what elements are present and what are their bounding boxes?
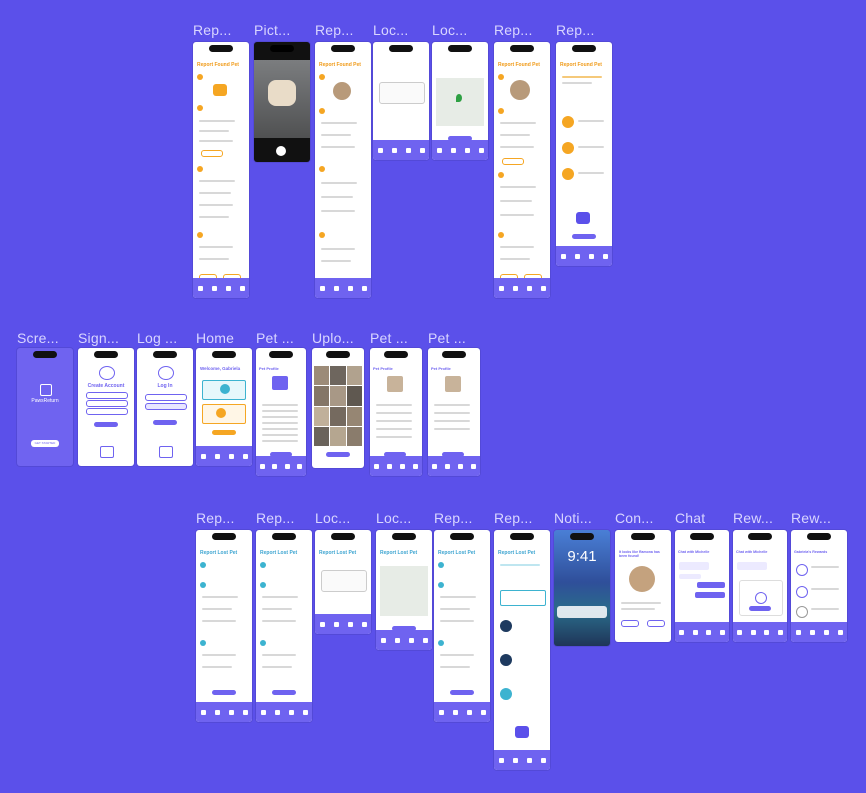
screen-location-lost-1[interactable]: Report Lost Pet — [315, 530, 371, 634]
frame-label: Rew... — [733, 510, 774, 526]
frame-label: Scre... — [17, 330, 59, 346]
screen-pet-profile-empty[interactable]: Pet Profile — [256, 348, 306, 476]
screen-title: Report Lost Pet — [260, 550, 298, 556]
brand-text: PawsReturn — [31, 398, 59, 404]
screen-login[interactable]: Log In — [137, 348, 193, 466]
frame-label: Rep... — [196, 510, 235, 526]
rewards-title: Gabriela's Rewards — [794, 550, 828, 554]
screen-location-lost-2[interactable]: Report Lost Pet — [376, 530, 432, 650]
frame-label: Rep... — [315, 22, 354, 38]
screen-chat-1[interactable]: Chat with Michelle — [675, 530, 729, 642]
screen-pet-profile-1[interactable]: Pet Profile — [370, 348, 422, 476]
pet-profile-title: Pet Profile — [259, 366, 279, 371]
screen-title: Report Lost Pet — [438, 550, 476, 556]
screen-title: Report Found Pet — [498, 62, 540, 68]
frame-label: Home — [196, 330, 235, 346]
screen-report-lost-confirm[interactable]: Report Lost Pet — [494, 530, 550, 770]
frame-label: Rep... — [556, 22, 595, 38]
frame-label: Rep... — [494, 510, 533, 526]
frame-label: Rep... — [193, 22, 232, 38]
screen-report-found-2[interactable]: Report Found Pet — [315, 42, 371, 298]
screen-pet-profile-2[interactable]: Pet Profile — [428, 348, 480, 476]
screen-notification[interactable]: 9:41 — [554, 530, 610, 646]
frame-label: Rew... — [791, 510, 832, 526]
screen-splash[interactable]: PawsReturn GET STARTED — [17, 348, 73, 466]
pet-profile-title: Pet Profile — [373, 366, 393, 371]
screen-report-found-3[interactable]: Report Found Pet — [494, 42, 550, 298]
screen-title: Report Found Pet — [319, 62, 361, 68]
login-title: Log In — [157, 383, 173, 389]
screen-rewards[interactable]: Gabriela's Rewards — [791, 530, 847, 642]
frame-label: Loc... — [376, 510, 412, 526]
frame-label: Pict... — [254, 22, 291, 38]
screen-report-lost-3[interactable]: Report Lost Pet — [434, 530, 490, 722]
screen-signup[interactable]: Create Account — [78, 348, 134, 466]
frame-label: Loc... — [432, 22, 468, 38]
screen-location-1[interactable] — [373, 42, 429, 160]
frame-label: Rep... — [434, 510, 473, 526]
frame-label: Loc... — [315, 510, 351, 526]
frame-label: Pet ... — [256, 330, 294, 346]
get-started-button[interactable]: GET STARTED — [31, 440, 59, 447]
screen-report-lost-1[interactable]: Report Lost Pet — [196, 530, 252, 722]
screen-title: Report Lost Pet — [319, 550, 357, 556]
frame-label: Rep... — [494, 22, 533, 38]
screen-upload-photos[interactable] — [312, 348, 364, 468]
frame-label: Pet ... — [428, 330, 466, 346]
screen-chat-reward[interactable]: Chat with Michelle — [733, 530, 787, 642]
frame-label: Rep... — [256, 510, 295, 526]
screen-picture[interactable] — [254, 42, 310, 162]
pet-profile-title: Pet Profile — [431, 366, 451, 371]
screen-home[interactable]: Welcome, Gabriela — [196, 348, 252, 466]
frame-label: Chat — [675, 510, 706, 526]
chat-title: Chat with Michelle — [678, 550, 710, 554]
frame-label: Sign... — [78, 330, 120, 346]
frame-label: Loc... — [373, 22, 409, 38]
screen-location-2[interactable] — [432, 42, 488, 160]
frame-label: Uplo... — [312, 330, 354, 346]
frame-label: Pet ... — [370, 330, 408, 346]
screen-title: Report Found Pet — [197, 62, 239, 68]
frame-label: Con... — [615, 510, 654, 526]
signup-title: Create Account — [87, 383, 125, 389]
frame-label: Log ... — [137, 330, 178, 346]
screen-title: Report Found Pet — [560, 62, 602, 68]
screen-report-lost-2[interactable]: Report Lost Pet — [256, 530, 312, 722]
screen-title: Report Lost Pet — [498, 550, 536, 556]
lock-time: 9:41 — [567, 548, 597, 565]
match-title: It looks like Ramona has been found! — [619, 550, 660, 558]
frame-label: Noti... — [554, 510, 592, 526]
home-title: Welcome, Gabriela — [200, 366, 241, 371]
screen-report-found-1[interactable]: Report Found Pet — [193, 42, 249, 298]
screen-match-found[interactable]: It looks like Ramona has been found! — [615, 530, 671, 642]
screen-report-found-confirm[interactable]: Report Found Pet — [556, 42, 612, 266]
screen-title: Report Lost Pet — [380, 550, 418, 556]
screen-title: Report Lost Pet — [200, 550, 238, 556]
chat-title: Chat with Michelle — [736, 550, 768, 554]
